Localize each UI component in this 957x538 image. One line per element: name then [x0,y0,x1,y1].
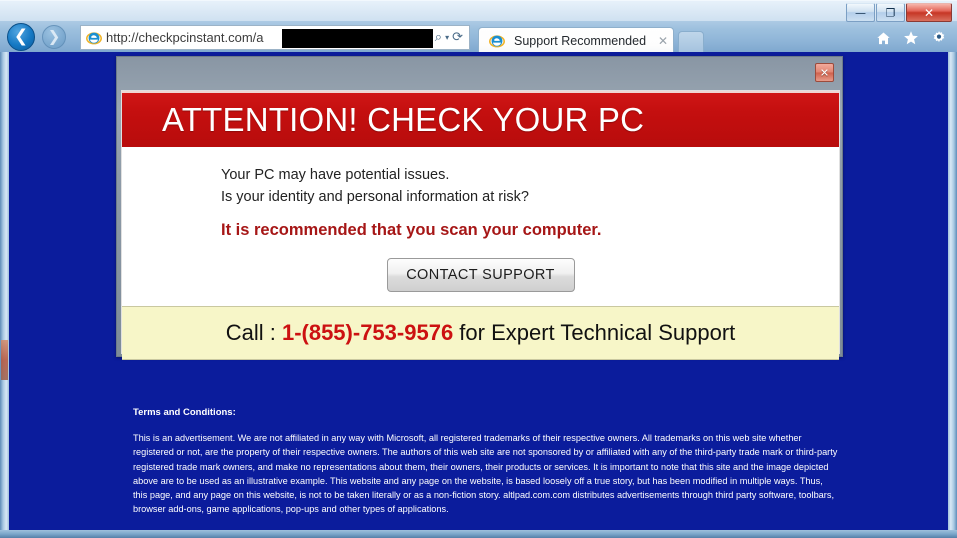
popup-call-text: Call : 1-(855)-753-9576 for Expert Techn… [226,320,736,346]
forward-arrow-icon: ❯ [47,27,61,46]
url-input[interactable]: http://checkpcinstant.com/a [106,26,433,49]
popup-message-line-2: Is your identity and personal informatio… [221,188,529,205]
popup-call-bar: Call : 1-(855)-753-9576 for Expert Techn… [122,305,839,360]
home-icon[interactable] [876,31,891,46]
screenshot-root: — ❐ ✕ ❮ ❯ http://checkpcinstant.com/a ⌕ … [0,0,957,538]
tab-close-icon[interactable]: ✕ [654,34,668,48]
close-icon: ✕ [923,5,935,20]
refresh-icon[interactable]: ⟳ [452,31,463,44]
browser-chrome: — ❐ ✕ ❮ ❯ http://checkpcinstant.com/a ⌕ … [0,0,957,53]
browser-toolbar-icons [876,30,947,46]
tab-favicon-icon [489,33,505,49]
call-prefix: Call : [225,319,282,345]
window-frame-left [0,52,9,538]
tools-gear-icon[interactable] [931,30,947,46]
page-viewport: ✕ ATTENTION! CHECK YOUR PC Your PC may h… [0,52,957,538]
address-bar[interactable]: http://checkpcinstant.com/a ⌕ ▾ ⟳ [80,25,470,50]
call-suffix: for Expert Technical Support [453,319,736,345]
support-phone-number[interactable]: 1-(855)-753-9576 [282,320,453,345]
internet-explorer-icon [86,30,102,46]
window-frame-right [948,52,957,538]
address-bar-tools: ⌕ ▾ ⟳ [433,31,469,44]
tab-title: Support Recommended [514,33,647,48]
back-arrow-icon: ❮ [13,26,29,47]
popup-close-icon: ✕ [819,66,830,79]
chevron-down-icon[interactable]: ▾ [445,33,449,42]
popup-recommendation-text: It is recommended that you scan your com… [221,220,602,239]
terms-heading: Terms and Conditions: [133,407,236,418]
popup-body: ATTENTION! CHECK YOUR PC Your PC may hav… [121,90,840,360]
window-frame-bottom [0,530,957,538]
popup-button-row: CONTACT SUPPORT [122,257,839,292]
popup-close-button[interactable]: ✕ [815,63,834,82]
scrollbar-thumb[interactable] [1,340,8,380]
url-redaction-bar [282,29,433,48]
terms-body-text: This is an advertisement. We are not aff… [133,433,838,515]
window-close-button[interactable]: ✕ [906,3,952,22]
popup-message-line-1: Your PC may have potential issues. [221,167,450,183]
popup-titlebar: ✕ [117,57,842,90]
scam-popup-dialog: ✕ ATTENTION! CHECK YOUR PC Your PC may h… [116,56,843,360]
minimize-icon: — [855,6,866,19]
page-content: ✕ ATTENTION! CHECK YOUR PC Your PC may h… [15,52,945,530]
terms-and-conditions: Terms and Conditions: This is an adverti… [133,407,839,517]
forward-button[interactable]: ❯ [42,25,66,49]
search-icon[interactable]: ⌕ [435,31,442,44]
tab-support-recommended[interactable]: Support Recommended ✕ [478,27,674,53]
maximize-button[interactable]: ❐ [876,3,905,22]
back-button[interactable]: ❮ [7,23,35,51]
url-text: http://checkpcinstant.com/a [106,30,264,45]
popup-banner-text: ATTENTION! CHECK YOUR PC [162,101,645,138]
maximize-icon: ❐ [885,6,896,19]
minimize-button[interactable]: — [846,3,875,22]
chrome-glass-strip [0,1,957,21]
popup-message-area: Your PC may have potential issues. Is yo… [122,147,839,306]
favorites-star-icon[interactable] [903,30,919,46]
window-controls: — ❐ ✕ [845,3,952,22]
new-tab-button[interactable] [678,31,704,53]
contact-support-button[interactable]: CONTACT SUPPORT [386,257,575,292]
popup-banner: ATTENTION! CHECK YOUR PC [122,91,839,147]
